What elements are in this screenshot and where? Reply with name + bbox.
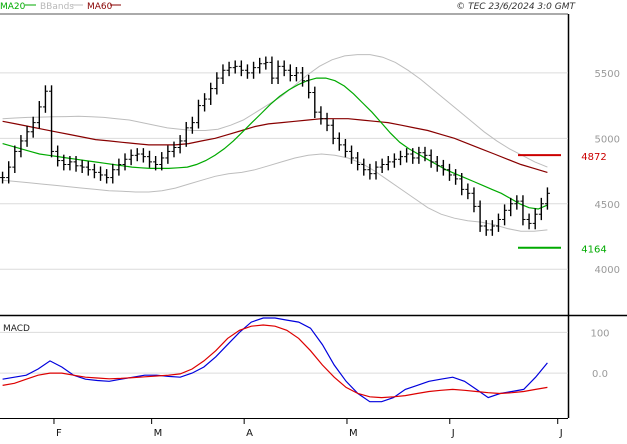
price-y-tick-label: 5500 <box>595 69 620 80</box>
stock-chart: 4000450050005500 48724164 0.0100 FMAMJJ … <box>0 2 627 439</box>
price-y-tick-label: 4500 <box>595 200 620 211</box>
macd-line <box>2 317 548 403</box>
x-tick-label: M <box>349 428 358 439</box>
price-panel-bg <box>0 14 568 315</box>
x-tick-label: M <box>154 428 163 439</box>
legend: MA20 BBands MA60 <box>0 2 121 12</box>
resistance-level-label: 4872 <box>581 152 606 163</box>
chart-root: 4000 4500 5000 5500 4872 4164 0.0 100 FMAMJJ … <box>0 0 627 440</box>
x-axis: FMAMJJ <box>53 418 563 439</box>
macd-y-tick-label: 100 <box>590 328 609 339</box>
macd-lines-layer <box>2 317 548 403</box>
legend-bbands-label: BBands <box>40 2 74 12</box>
x-tick-label: J <box>559 428 563 439</box>
legend-ma60-label: MA60 <box>87 2 113 12</box>
macd-panel-label: MACD <box>3 324 30 334</box>
macd-y-tick-label: 0.0 <box>592 369 608 380</box>
support-level-label: 4164 <box>581 245 606 256</box>
macd-grid <box>0 331 568 374</box>
price-y-tick-label: 4000 <box>595 265 620 276</box>
macd-signal-line <box>2 324 548 399</box>
price-y-tick-label: 5000 <box>595 134 620 145</box>
copyright-notice: © TEC 23/6/2024 3:0 GMT <box>456 2 576 12</box>
legend-ma20-label: MA20 <box>0 2 26 12</box>
macd-y-axis: 0.0 100 <box>590 328 609 380</box>
x-tick-label: A <box>246 428 253 439</box>
x-tick-label: J <box>451 428 455 439</box>
x-tick-label: F <box>56 428 62 439</box>
